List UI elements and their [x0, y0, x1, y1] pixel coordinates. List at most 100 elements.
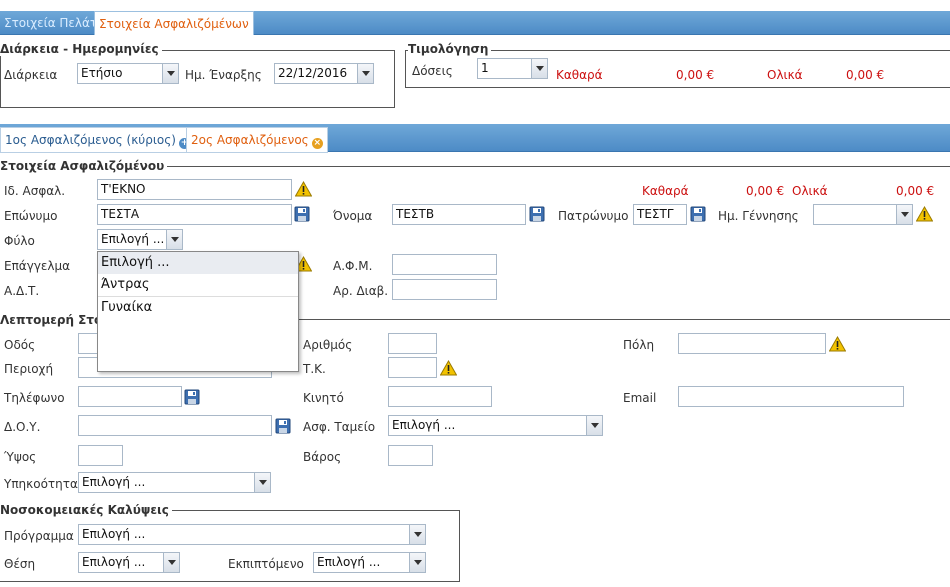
- surname-input[interactable]: ΤΕΣΤΑ: [97, 204, 292, 225]
- insured-total-label: Ολικά: [792, 184, 828, 198]
- chevron-down-icon[interactable]: [254, 473, 270, 492]
- gender-option-male[interactable]: Άντρας: [98, 274, 298, 296]
- weight-input[interactable]: [388, 445, 433, 466]
- billing-legend: Τιμολόγηση: [408, 42, 492, 56]
- installments-value: 1: [481, 61, 489, 75]
- tab-insured-second-label: 2ος Ασφαλιζόμενος: [191, 133, 309, 147]
- chevron-down-icon[interactable]: [166, 230, 182, 249]
- zip-label: Τ.Κ.: [303, 362, 326, 376]
- warning-icon: [295, 181, 312, 197]
- program-label: Πρόγραμμα: [4, 529, 74, 543]
- close-circle-icon[interactable]: ×: [311, 138, 323, 149]
- chevron-down-icon[interactable]: [357, 64, 373, 83]
- start-date-select[interactable]: 22/12/2016: [274, 63, 374, 84]
- father-name-label: Πατρώνυμο: [558, 209, 629, 223]
- birth-date-label: Ημ. Γέννησης: [718, 209, 799, 223]
- doy-input[interactable]: [78, 415, 272, 436]
- chevron-down-icon[interactable]: [163, 553, 179, 572]
- chevron-down-icon[interactable]: [162, 64, 178, 83]
- gender-option-female[interactable]: Γυναίκα: [98, 296, 298, 318]
- adt-label: Α.Δ.Τ.: [4, 284, 40, 298]
- billing-net-label: Καθαρά: [556, 68, 603, 82]
- gender-label: Φύλο: [4, 234, 35, 248]
- warning-icon: [440, 360, 457, 376]
- duration-select[interactable]: Ετήσιο: [77, 63, 179, 84]
- start-date-value: 22/12/2016: [278, 66, 348, 80]
- deductible-label: Εκπιπτόμενο: [228, 557, 304, 571]
- street-label: Οδός: [4, 338, 36, 352]
- passport-input[interactable]: [392, 279, 497, 300]
- father-name-input[interactable]: ΤΕΣΤΓ: [633, 204, 687, 225]
- position-label: Θέση: [4, 557, 36, 571]
- details-legend: Λεπτομερή Στοι: [0, 313, 110, 327]
- tab-insured-primary-label: 1ος Ασφαλιζόμενος (κύριος): [5, 133, 176, 147]
- warning-icon: [829, 336, 846, 352]
- area-label: Περιοχή: [4, 362, 54, 376]
- weight-label: Βάρος: [303, 450, 342, 464]
- chevron-down-icon[interactable]: [896, 205, 912, 224]
- afm-label: Α.Φ.Μ.: [333, 259, 373, 273]
- insured-net-label: Καθαρά: [642, 184, 689, 198]
- insured-id-input[interactable]: Τ'ΕΚΝΟ: [97, 179, 292, 200]
- nationality-select[interactable]: Επιλογή ...: [78, 472, 271, 493]
- save-icon[interactable]: [184, 389, 200, 405]
- phone-input[interactable]: [78, 386, 182, 407]
- save-icon[interactable]: [294, 206, 310, 222]
- tab-insured-second[interactable]: 2ος Ασφαλιζόμενος ×: [186, 127, 328, 153]
- height-input[interactable]: [78, 445, 123, 466]
- insured-net-value: 0,00 €: [746, 184, 785, 198]
- city-label: Πόλη: [623, 338, 655, 352]
- duration-select-value: Ετήσιο: [81, 66, 123, 80]
- duration-label: Διάρκεια: [4, 68, 58, 82]
- insured-total-value: 0,00 €: [896, 184, 935, 198]
- mobile-input[interactable]: [388, 386, 492, 407]
- profession-label: Επάγγελμα: [4, 259, 71, 273]
- tab-customer-info[interactable]: Στοιχεία Πελάτη: [0, 11, 109, 35]
- fund-select[interactable]: Επιλογή ...: [388, 415, 603, 436]
- save-icon[interactable]: [529, 206, 545, 222]
- chevron-down-icon[interactable]: [409, 553, 425, 572]
- name-input[interactable]: ΤΕΣΤΒ: [392, 204, 526, 225]
- deductible-select[interactable]: Επιλογή ...: [313, 552, 426, 573]
- position-select[interactable]: Επιλογή ...: [78, 552, 180, 573]
- city-input[interactable]: [678, 333, 826, 354]
- nationality-label: Υπηκοότητα: [4, 477, 78, 491]
- installments-select[interactable]: 1: [477, 58, 548, 79]
- fund-label: Ασφ. Ταμείο: [303, 420, 376, 434]
- number-input[interactable]: [388, 333, 437, 354]
- tab-insured-primary[interactable]: 1ος Ασφαλιζόμενος (κύριος) +: [0, 127, 195, 153]
- gender-option-choose[interactable]: Επιλογή ...: [98, 252, 298, 274]
- chevron-down-icon[interactable]: [409, 525, 425, 544]
- hospital-legend: Νοσοκομειακές Καλύψεις: [0, 503, 172, 517]
- insured-id-label: Ιδ. Ασφαλ.: [4, 184, 66, 198]
- program-select[interactable]: Επιλογή ...: [78, 524, 426, 545]
- surname-label: Επώνυμο: [4, 209, 58, 223]
- passport-label: Αρ. Διαβ.: [333, 284, 389, 298]
- name-label: Όνομα: [333, 209, 373, 223]
- billing-total-label: Ολικά: [767, 68, 803, 82]
- tab-insured-info[interactable]: Στοιχεία Ασφαλιζόμένων: [94, 11, 254, 35]
- height-label: Ύψος: [4, 450, 37, 464]
- email-input[interactable]: [678, 386, 904, 407]
- insured-info-legend: Στοιχεία Ασφαλιζόμένου: [0, 159, 168, 173]
- deductible-select-value: Επιλογή ...: [317, 555, 381, 569]
- birth-date-select[interactable]: [813, 204, 913, 225]
- gender-select-value: Επιλογή ...: [101, 232, 165, 246]
- save-icon[interactable]: [275, 418, 291, 434]
- position-select-value: Επιλογή ...: [82, 555, 146, 569]
- zip-input[interactable]: [388, 357, 437, 378]
- program-select-value: Επιλογή ...: [82, 527, 146, 541]
- gender-select[interactable]: Επιλογή ...: [97, 229, 183, 250]
- fund-select-value: Επιλογή ...: [392, 418, 456, 432]
- chevron-down-icon[interactable]: [531, 59, 547, 78]
- nationality-select-value: Επιλογή ...: [82, 475, 146, 489]
- gender-dropdown-list: Επιλογή ... Άντρας Γυναίκα: [97, 251, 299, 372]
- number-label: Αριθμός: [303, 338, 353, 352]
- save-icon[interactable]: [690, 206, 706, 222]
- duration-legend: Διάρκεια - Ημερομηνίες: [0, 42, 162, 56]
- afm-input[interactable]: [392, 254, 497, 275]
- chevron-down-icon[interactable]: [586, 416, 602, 435]
- installments-label: Δόσεις: [412, 64, 453, 78]
- doy-label: Δ.Ο.Υ.: [4, 420, 41, 434]
- billing-total-value: 0,00 €: [846, 68, 885, 82]
